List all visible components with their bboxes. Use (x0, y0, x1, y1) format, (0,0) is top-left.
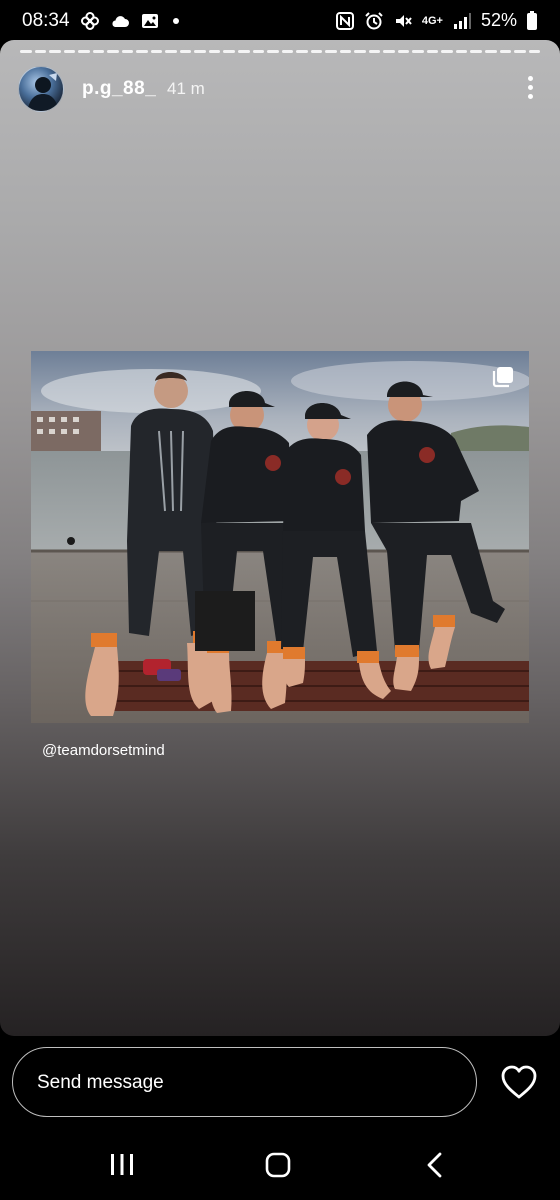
heart-icon (501, 1065, 537, 1099)
pinwheel-icon (80, 12, 99, 30)
dot-icon (172, 18, 179, 24)
send-message-placeholder: Send message (37, 1072, 164, 1093)
status-bar: 08:34 4G+ 52% (0, 0, 560, 44)
mute-icon (395, 14, 412, 27)
signal-icon (453, 12, 471, 29)
recents-button[interactable] (102, 1150, 142, 1180)
recents-icon (111, 1154, 133, 1175)
story-progress (20, 50, 541, 53)
nfc-icon (335, 11, 354, 30)
alarm-icon (365, 11, 383, 29)
story-caption[interactable]: @teamdorsetmind (42, 742, 165, 759)
back-button[interactable] (416, 1150, 456, 1180)
image-icon (141, 14, 158, 28)
group-photo-image (31, 351, 529, 723)
status-time: 08:34 (22, 10, 70, 31)
system-navigation-bar (0, 1136, 560, 1200)
home-icon (265, 1152, 291, 1178)
send-message-input[interactable]: Send message (12, 1047, 477, 1117)
story-photo (31, 351, 529, 723)
reply-bar: Send message (0, 1036, 560, 1136)
like-button[interactable] (499, 1063, 539, 1101)
more-options-button[interactable] (524, 76, 536, 102)
story-header: p.g_88_ 41 m (18, 66, 548, 114)
battery-percent: 52% (480, 10, 517, 30)
cloud-icon (112, 16, 129, 27)
username[interactable]: p.g_88_ (82, 78, 156, 100)
story-timestamp: 41 m (167, 79, 205, 98)
avatar-image (27, 73, 59, 111)
battery-icon (527, 10, 537, 30)
network-type: 4G+ (421, 14, 443, 27)
avatar[interactable] (18, 66, 64, 112)
copy-icon (492, 367, 513, 388)
back-icon (427, 1152, 442, 1178)
story-view[interactable]: p.g_88_ 41 m @teamdorsetmind (0, 40, 560, 1036)
home-button[interactable] (258, 1150, 298, 1180)
more-vertical-icon (524, 76, 536, 99)
